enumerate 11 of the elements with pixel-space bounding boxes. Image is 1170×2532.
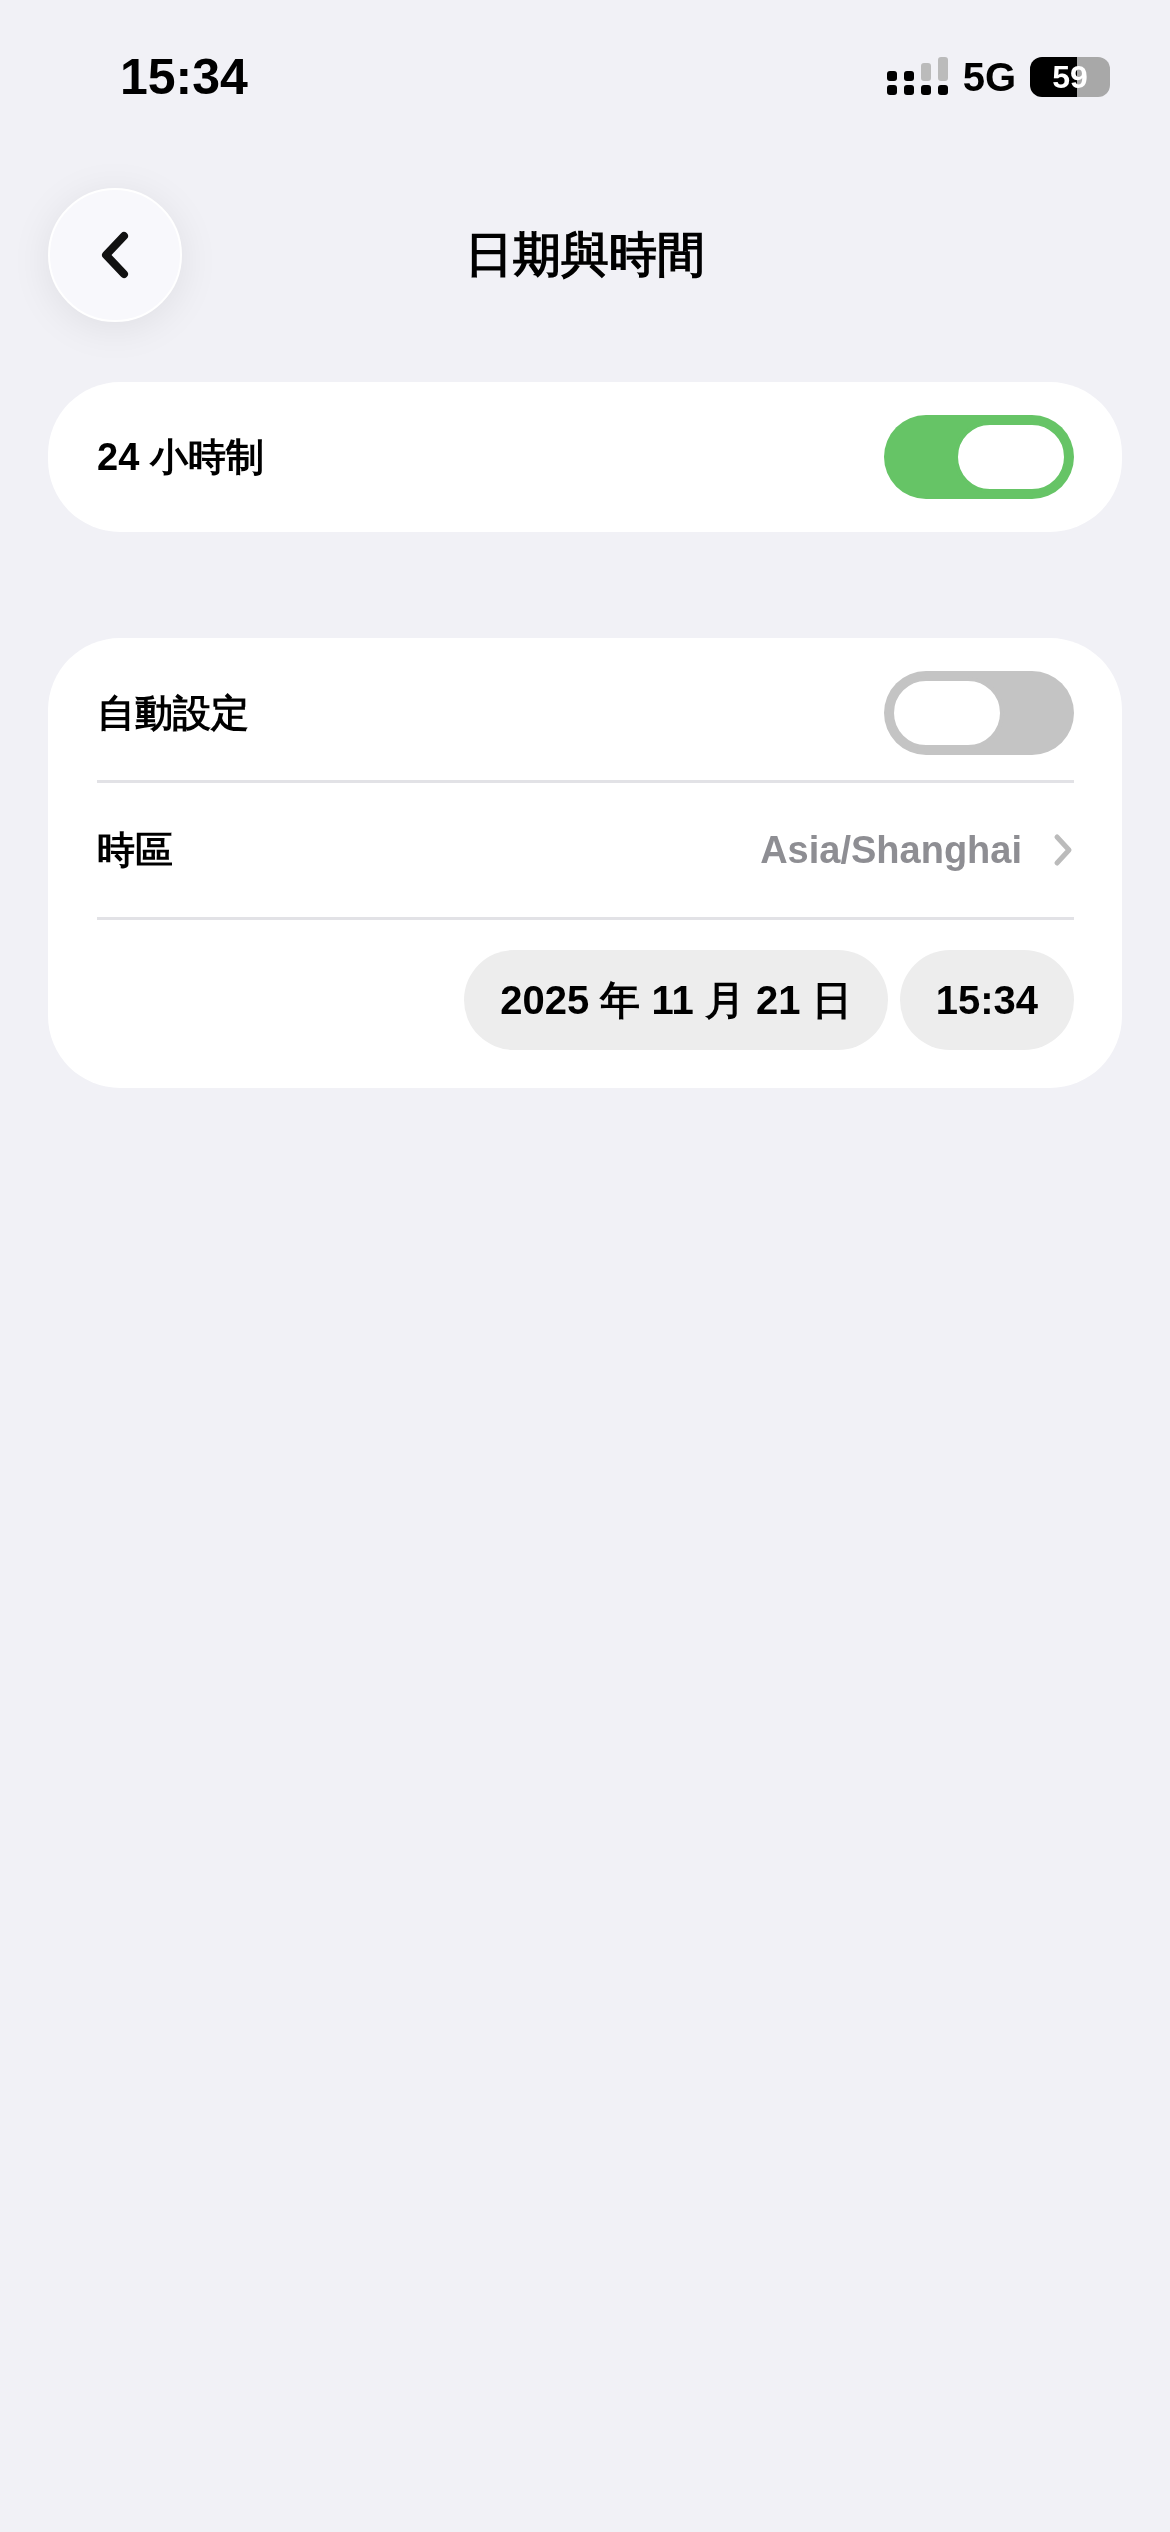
network-label: 5G <box>962 54 1016 100</box>
row-label: 24 小時制 <box>97 434 264 480</box>
status-time: 15:34 <box>120 48 248 106</box>
row-value: Asia/Shanghai <box>760 828 1022 872</box>
time-picker[interactable]: 15:34 <box>899 950 1074 1050</box>
row-label: 自動設定 <box>97 690 249 736</box>
row-label: 時區 <box>97 827 173 873</box>
chevron-right-icon <box>1052 833 1074 867</box>
page-title: 日期與時間 <box>465 227 705 283</box>
date-picker[interactable]: 2025 年 11 月 21 日 <box>464 950 888 1050</box>
signal-icon <box>886 57 949 97</box>
